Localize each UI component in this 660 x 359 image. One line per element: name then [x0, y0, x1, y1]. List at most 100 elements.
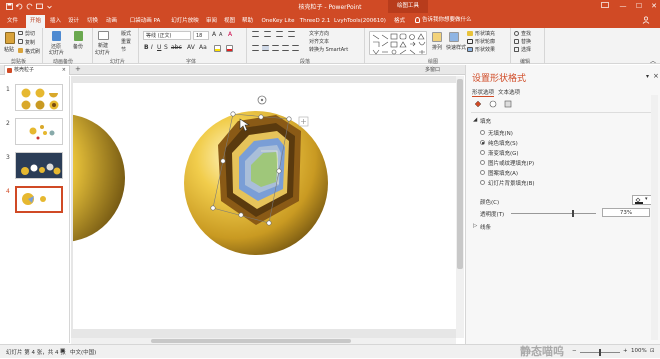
transparency-slider-thumb[interactable]: [572, 210, 575, 217]
zoom-out-icon[interactable]: −: [572, 348, 577, 354]
share-icon[interactable]: [642, 16, 650, 26]
tab-threed[interactable]: ThreeD 2.1: [298, 15, 332, 28]
tab-animations[interactable]: 动画: [104, 15, 119, 28]
distributed-icon[interactable]: [292, 45, 299, 51]
new-tab-button[interactable]: +: [75, 65, 81, 73]
size-properties-icon[interactable]: [504, 100, 512, 110]
strikethrough-icon[interactable]: abc: [171, 44, 182, 51]
cutaway-sphere[interactable]: [184, 111, 328, 255]
pattern-fill-radio[interactable]: [480, 170, 485, 175]
fit-to-window-icon[interactable]: ⊡: [650, 348, 655, 354]
find-icon[interactable]: [514, 31, 519, 36]
vertical-scrollbar[interactable]: [456, 76, 464, 338]
grow-font-icon[interactable]: A: [212, 31, 216, 38]
restore-slide-button[interactable]: 幻灯片: [49, 49, 64, 56]
zoom-in-icon[interactable]: +: [623, 348, 628, 354]
line-section-header[interactable]: 线条: [480, 223, 491, 231]
line-section-toggle[interactable]: ▷: [473, 223, 477, 229]
restore-icon[interactable]: [52, 31, 61, 41]
tab-onekey[interactable]: OneKey Lite: [260, 15, 296, 28]
arrange-button[interactable]: 排列: [432, 44, 442, 51]
multi-window-button[interactable]: 多窗口: [425, 66, 440, 73]
paste-button[interactable]: 粘贴: [4, 46, 14, 53]
slide-thumbnail-4[interactable]: [15, 186, 63, 213]
zoom-slider[interactable]: [580, 349, 620, 356]
slide-thumbnail-3[interactable]: [15, 152, 63, 179]
tab-insert[interactable]: 插入: [48, 15, 63, 28]
font-color-icon[interactable]: [226, 45, 233, 52]
font-name-select[interactable]: 等线 (正文): [143, 31, 191, 40]
effects-icon[interactable]: [489, 100, 497, 110]
replace-button[interactable]: 替换: [521, 38, 531, 45]
left-partial-sphere[interactable]: [71, 114, 125, 242]
cut-button[interactable]: 剪切: [25, 30, 35, 37]
fill-section-toggle[interactable]: ◢: [473, 117, 477, 123]
tab-lvyhtools[interactable]: LvyhTools(200610): [334, 15, 386, 28]
layout-options-icon[interactable]: [298, 116, 309, 127]
quick-styles-button[interactable]: 快速样式: [446, 44, 466, 51]
pane-options-icon[interactable]: ▾: [646, 73, 649, 80]
highlight-icon[interactable]: [214, 45, 221, 52]
quick-styles-icon[interactable]: [449, 32, 459, 42]
decrease-indent-icon[interactable]: [276, 31, 283, 37]
solid-fill-radio[interactable]: [480, 140, 485, 145]
paste-icon[interactable]: [5, 32, 15, 44]
shadow-icon[interactable]: S: [164, 44, 168, 51]
bullets-icon[interactable]: [252, 31, 259, 37]
fill-color-picker[interactable]: ▾: [632, 195, 652, 205]
italic-icon[interactable]: I: [151, 44, 153, 51]
tab-view[interactable]: 视图: [222, 15, 237, 28]
copy-icon[interactable]: [18, 39, 23, 44]
bold-icon[interactable]: B: [144, 44, 149, 51]
zoom-slider-thumb[interactable]: [599, 349, 601, 356]
new-slide-button[interactable]: 新建: [98, 42, 108, 49]
language-status[interactable]: 中文(中国): [70, 348, 96, 356]
spelling-icon[interactable]: ▣: [60, 348, 65, 354]
slide-editing-canvas[interactable]: [71, 76, 456, 338]
cut-icon[interactable]: [18, 31, 23, 35]
tab-design[interactable]: 设计: [66, 15, 81, 28]
horizontal-scroll-thumb[interactable]: [151, 339, 351, 343]
underline-icon[interactable]: U: [157, 44, 161, 51]
current-slide[interactable]: [71, 83, 456, 329]
reset-button[interactable]: 重置: [121, 38, 131, 45]
tab-home[interactable]: 开始: [26, 15, 45, 28]
shape-options-tab[interactable]: 形状选项: [472, 88, 495, 97]
copy-button[interactable]: 复制: [25, 39, 35, 46]
tell-me-search[interactable]: 告诉我你想要做什么: [415, 14, 525, 26]
section-button[interactable]: 节: [121, 46, 126, 53]
slide-thumbnail-2[interactable]: [15, 118, 63, 145]
background-fill-radio[interactable]: [480, 180, 485, 185]
zoom-level[interactable]: 100%: [631, 348, 647, 354]
gradient-fill-radio[interactable]: [480, 150, 485, 155]
tab-format[interactable]: 格式: [392, 15, 407, 28]
rotation-handle-icon[interactable]: [257, 95, 267, 105]
new-slide-icon[interactable]: [98, 31, 109, 40]
fill-line-icon[interactable]: [474, 100, 482, 110]
convert-smartart-button[interactable]: 转换为 SmartArt: [309, 46, 348, 53]
tab-slideshow[interactable]: 幻灯片放映: [168, 15, 202, 28]
text-options-tab[interactable]: 文本选项: [498, 88, 520, 96]
tab-transitions[interactable]: 切换: [85, 15, 100, 28]
replace-icon[interactable]: [514, 39, 519, 44]
transparency-slider[interactable]: [511, 210, 596, 217]
shape-fill-button[interactable]: 形状填充: [475, 30, 495, 37]
layout-button[interactable]: 版式: [121, 30, 131, 37]
tab-review[interactable]: 审阅: [204, 15, 219, 28]
format-painter-button[interactable]: 格式刷: [25, 48, 40, 55]
document-tab[interactable]: 核壳粒子 ×: [4, 65, 70, 75]
picture-fill-radio[interactable]: [480, 160, 485, 165]
pane-close-icon[interactable]: ×: [653, 72, 659, 80]
shapes-gallery[interactable]: [369, 31, 427, 55]
change-case-icon[interactable]: Aa: [199, 44, 207, 51]
find-button[interactable]: 查找: [521, 30, 531, 37]
text-direction-button[interactable]: 文字方向: [309, 30, 329, 37]
align-text-button[interactable]: 对齐文本: [309, 38, 329, 45]
vertical-scroll-thumb[interactable]: [457, 79, 463, 269]
shrink-font-icon[interactable]: A: [219, 32, 222, 38]
fill-section-header[interactable]: 填充: [480, 117, 491, 125]
align-right-icon[interactable]: [272, 45, 279, 51]
clear-format-icon[interactable]: A: [228, 31, 232, 38]
font-size-select[interactable]: 18: [193, 31, 209, 40]
no-fill-radio[interactable]: [480, 130, 485, 135]
